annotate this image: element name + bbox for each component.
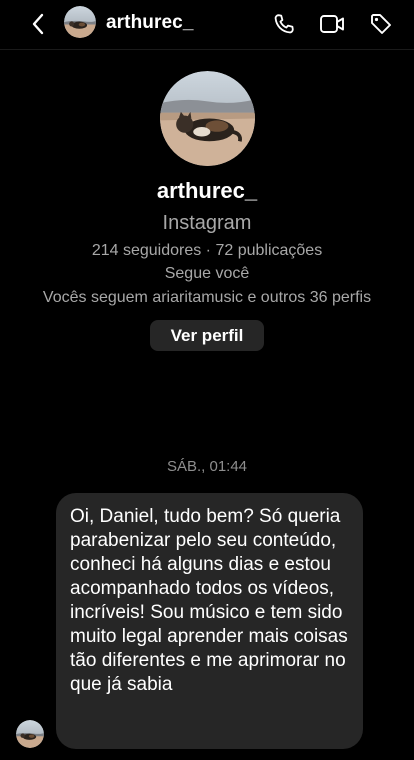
chat-header: arthurec_ xyxy=(0,0,414,50)
header-avatar[interactable] xyxy=(64,6,96,38)
header-username[interactable]: arthurec_ xyxy=(106,12,194,34)
follows-you-label: Segue você xyxy=(164,265,250,282)
sender-avatar[interactable] xyxy=(16,720,44,748)
back-button[interactable] xyxy=(24,10,52,38)
tag-icon xyxy=(371,14,391,34)
video-camera-icon xyxy=(320,15,344,33)
profile-avatar[interactable] xyxy=(160,71,255,166)
phone-icon xyxy=(274,14,294,34)
video-call-button[interactable] xyxy=(317,9,347,39)
tag-button[interactable] xyxy=(366,9,396,39)
profile-stats: 214 seguidores · 72 publicações xyxy=(91,242,323,259)
call-button[interactable] xyxy=(269,9,299,39)
message-timestamp: SÁB., 01:44 xyxy=(166,458,248,475)
profile-platform: Instagram xyxy=(162,212,252,234)
view-profile-button[interactable]: Ver perfil xyxy=(150,320,264,351)
mutual-followers: Vocês seguem ariaritamusic e outros 36 p… xyxy=(42,289,372,306)
profile-name: arthurec_ xyxy=(156,178,258,203)
message-bubble[interactable]: Oi, Daniel, tudo bem? Só queria parabeni… xyxy=(56,493,363,749)
chevron-left-icon xyxy=(32,13,44,35)
